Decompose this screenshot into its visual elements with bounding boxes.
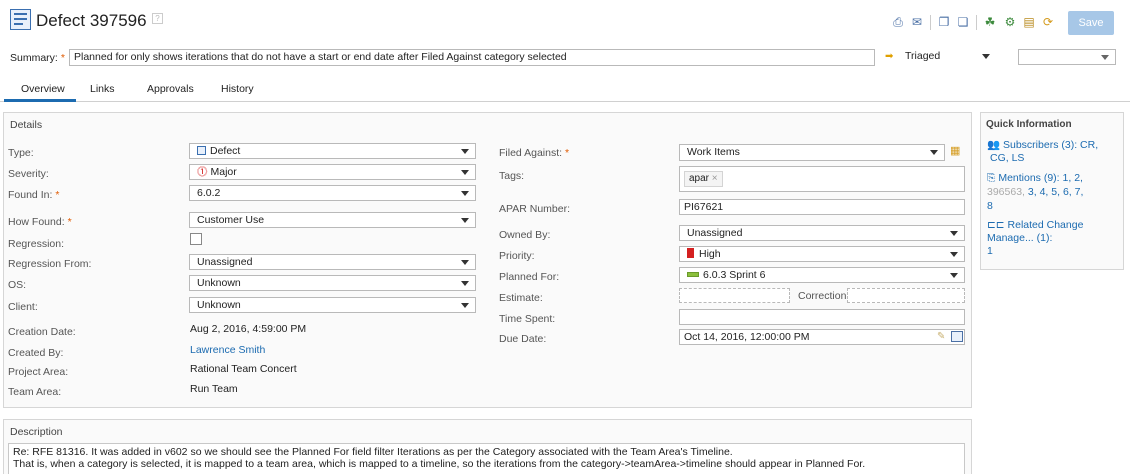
- summary-input[interactable]: Planned for only shows iterations that d…: [69, 49, 875, 66]
- apar-number-label: APAR Number:: [499, 203, 570, 215]
- tab-overview[interactable]: Overview: [21, 83, 65, 95]
- priority-select[interactable]: High: [679, 246, 965, 262]
- help-icon[interactable]: ?: [152, 13, 163, 24]
- mentions-icon: ⎘: [987, 172, 996, 184]
- details-heading: Details: [10, 119, 43, 131]
- estimate-input[interactable]: [679, 288, 790, 303]
- found-in-select[interactable]: 6.0.2: [189, 185, 476, 201]
- regression-from-label: Regression From:: [8, 258, 92, 270]
- tab-links[interactable]: Links: [90, 83, 115, 95]
- client-select[interactable]: Unknown: [189, 297, 476, 313]
- priority-label: Priority:: [499, 250, 535, 262]
- calendar-icon[interactable]: [951, 331, 963, 342]
- filed-against-select[interactable]: Work Items: [679, 144, 945, 161]
- project-area-value: Rational Team Concert: [190, 363, 297, 375]
- copy-icon[interactable]: ❐: [937, 16, 951, 29]
- mentions-link[interactable]: ⎘ Mentions (9): 1, 2, 396563, 3, 4, 5, 6…: [987, 171, 1119, 213]
- resolution-select[interactable]: [1018, 49, 1116, 65]
- quick-info-heading: Quick Information: [986, 119, 1072, 130]
- planned-for-select[interactable]: 6.0.3 Sprint 6: [679, 267, 965, 283]
- page-title: Defect 397596: [36, 11, 147, 30]
- how-found-label: How Found: *: [8, 216, 72, 228]
- regression-checkbox[interactable]: [190, 233, 202, 245]
- save-button[interactable]: Save: [1068, 11, 1114, 35]
- state-arrow-icon: ➡: [885, 51, 894, 62]
- how-found-select[interactable]: Customer Use: [189, 212, 476, 228]
- correction-input[interactable]: [847, 288, 965, 303]
- toolbar-divider: [930, 15, 931, 30]
- os-select[interactable]: Unknown: [189, 275, 476, 291]
- defect-icon: [197, 146, 206, 155]
- tab-history[interactable]: History: [221, 83, 254, 95]
- tab-overview-indicator: [4, 99, 76, 102]
- filed-against-label: Filed Against: *: [499, 147, 570, 159]
- description-line-2: That is, when a category is selected, it…: [13, 458, 866, 470]
- work-item-editor: Defect 397596 ? ⎙ ✉ ❐ ❏ ☘ ⚙ ▤ ⟳ Save Sum…: [0, 0, 1130, 474]
- time-spent-label: Time Spent:: [499, 313, 556, 325]
- clipboard-icon[interactable]: ▤: [1022, 16, 1036, 29]
- description-textarea[interactable]: Re: RFE 81316. It was added in v602 so w…: [8, 443, 965, 474]
- state-select[interactable]: Triaged: [898, 49, 996, 65]
- due-date-input[interactable]: Oct 14, 2016, 12:00:00 PM: [679, 329, 965, 345]
- toolbar-divider: [976, 15, 977, 30]
- hierarchy-icon[interactable]: ☘: [983, 16, 997, 29]
- owned-by-label: Owned By:: [499, 229, 551, 241]
- correction-label: Correction:: [798, 290, 850, 302]
- refresh-icon[interactable]: ⟳: [1041, 16, 1055, 29]
- type-label: Type:: [8, 147, 34, 159]
- planned-for-label: Planned For:: [499, 271, 560, 283]
- project-area-label: Project Area:: [8, 366, 69, 378]
- major-severity-icon: ⓵: [197, 166, 208, 178]
- team-icon[interactable]: ⚙: [1003, 16, 1017, 29]
- tags-label: Tags:: [499, 170, 525, 182]
- owned-by-select[interactable]: Unassigned: [679, 225, 965, 241]
- related-change-link[interactable]: ⊏⊏ Related Change Manage... (1): 1: [987, 219, 1119, 258]
- created-by-link[interactable]: Lawrence Smith: [190, 344, 265, 356]
- subscribers-icon: 👥: [987, 139, 1001, 151]
- type-select[interactable]: Defect: [189, 143, 476, 159]
- clear-date-icon[interactable]: ✎: [937, 331, 945, 342]
- due-date-label: Due Date:: [499, 333, 547, 345]
- category-browse-icon[interactable]: ▦: [950, 145, 964, 158]
- team-area-value: Run Team: [190, 383, 238, 395]
- team-area-label: Team Area:: [8, 386, 62, 398]
- found-in-label: Found In: *: [8, 189, 60, 201]
- os-label: OS:: [8, 279, 27, 291]
- severity-select[interactable]: ⓵ Major: [189, 164, 476, 180]
- summary-label: Summary: *: [10, 52, 65, 64]
- email-icon[interactable]: ✉: [910, 16, 924, 29]
- regression-label: Regression:: [8, 238, 65, 250]
- severity-label: Severity:: [8, 168, 49, 180]
- subscribers-link[interactable]: 👥 Subscribers (3): CR, CG, LS: [987, 139, 1117, 165]
- tag-chip: apar ×: [684, 171, 723, 187]
- remove-tag-icon[interactable]: ×: [712, 173, 718, 184]
- creation-date-label: Creation Date:: [8, 326, 76, 338]
- tags-input[interactable]: apar ×: [679, 166, 965, 192]
- high-priority-icon: [687, 248, 694, 258]
- description-heading: Description: [10, 426, 63, 438]
- print-icon[interactable]: ⎙: [891, 16, 905, 29]
- defect-type-icon: [10, 9, 31, 30]
- regression-from-select[interactable]: Unassigned: [189, 254, 476, 270]
- created-by-label: Created By:: [8, 347, 64, 359]
- tab-approvals[interactable]: Approvals: [147, 83, 194, 95]
- iteration-icon: [687, 272, 699, 277]
- estimate-label: Estimate:: [499, 292, 543, 304]
- description-line-1: Re: RFE 81316. It was added in v602 so w…: [13, 446, 733, 458]
- related-change-icon: ⊏⊏: [987, 219, 1005, 231]
- creation-date-value: Aug 2, 2016, 4:59:00 PM: [190, 323, 307, 335]
- duplicate-icon[interactable]: ❏: [956, 16, 970, 29]
- apar-number-input[interactable]: PI67621: [679, 199, 965, 215]
- client-label: Client:: [8, 301, 38, 313]
- time-spent-input[interactable]: [679, 309, 965, 325]
